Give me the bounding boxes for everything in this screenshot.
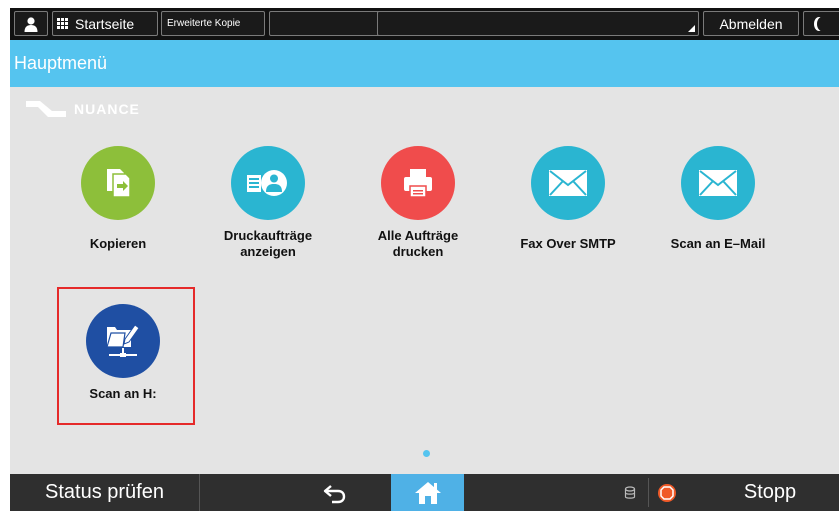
print-jobs-icon [231,146,305,220]
separator [648,478,649,507]
nuance-logo-text: NUANCE [74,101,140,117]
printer-icon [381,146,455,220]
energy-saver-button[interactable] [803,11,839,36]
logout-button[interactable]: Abmelden [703,11,799,36]
advanced-copy-button[interactable]: Erweiterte Kopie [161,11,265,36]
home-screen-label: Startseite [75,15,135,32]
nuance-logo: NUANCE [26,99,140,119]
app-print-all-jobs[interactable]: Alle Aufträge drucken [343,146,493,260]
status-check-button[interactable]: Status prüfen [10,474,200,511]
app-label: Alle Aufträge drucken [377,228,459,259]
top-bar: Startseite Erweiterte Kopie Abmelden [10,8,839,40]
envelope-icon [531,146,605,220]
expand-corner-icon [688,25,695,32]
advanced-copy-label: Erweiterte Kopie [167,18,241,29]
envelope-icon [681,146,755,220]
app-copy[interactable]: Kopieren [43,146,193,252]
nuance-logo-mark [26,101,66,117]
home-screen-button[interactable]: Startseite [52,11,158,36]
user-icon [24,16,38,32]
apps-grid-icon [57,17,69,30]
status-check-label: Status prüfen [45,481,164,503]
app-print-jobs[interactable]: Druckaufträge anzeigen [193,146,343,260]
app-label: Scan an E–Mail [670,236,766,251]
user-button[interactable] [14,11,48,36]
home-icon [414,481,441,504]
app-scan-to-email[interactable]: Scan an E–Mail [643,146,793,252]
stop-icon-wrap[interactable] [655,474,679,511]
back-arrow-icon [323,484,346,503]
printer-panel-screen: Startseite Erweiterte Kopie Abmelden Hau… [10,8,839,511]
home-button[interactable] [391,474,464,511]
app-fax-over-smtp[interactable]: Fax Over SMTP [493,146,643,252]
message-field[interactable] [377,11,699,36]
empty-shortcut-button[interactable] [269,11,380,36]
stop-button[interactable]: Stopp [730,474,810,511]
app-label: Fax Over SMTP [520,236,616,251]
stop-icon [658,483,676,502]
database-icon [624,485,636,499]
data-indicator [615,474,645,511]
app-label: Druckaufträge anzeigen [223,228,313,259]
bottom-bar: Status prüfen Stopp [10,474,839,511]
moon-icon [817,17,827,31]
page-title: Hauptmenü [10,40,839,87]
logout-label: Abmelden [719,15,783,32]
copy-icon [81,146,155,220]
back-button[interactable] [280,474,390,511]
app-scan-to-h[interactable]: Scan an H: [57,304,189,402]
app-label: Kopieren [89,236,147,251]
scan-folder-icon [86,304,160,378]
app-label: Scan an H: [89,386,157,401]
stop-label: Stopp [743,481,797,503]
page-indicator-dot [423,450,430,457]
